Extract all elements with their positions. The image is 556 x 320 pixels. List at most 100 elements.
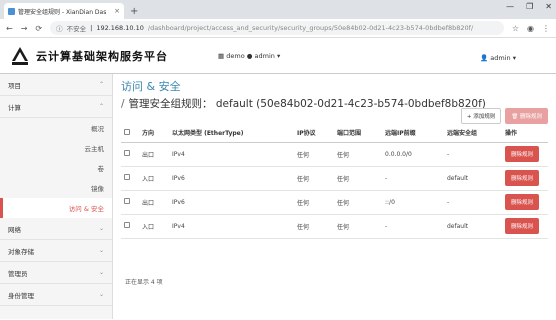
browser-tab[interactable]: 管理安全组规则 - XianDian Das × (4, 3, 124, 19)
row-select-cell[interactable] (121, 142, 139, 167)
delete-rule-button[interactable]: 删除规则 (505, 146, 540, 162)
chevron-down-icon: ⌄ (98, 269, 104, 276)
url-separator: | (90, 24, 93, 32)
breadcrumb[interactable]: 访问 & 安全 (121, 78, 548, 94)
browser-tabbar: 管理安全组规则 - XianDian Das × + — ❐ ✕ (0, 0, 556, 19)
table-actions: + 添加规则 🗑 删除规则 (460, 108, 548, 124)
delete-rules-button[interactable]: 🗑 删除规则 (505, 108, 548, 124)
url-field[interactable]: ⓘ 不安全 | 192.168.10.10/dashboard/project/… (50, 21, 504, 35)
sidebar-item-access-security[interactable]: 访问 & 安全 (0, 198, 112, 218)
cell-port: 任何 (334, 166, 382, 191)
table-header-row: 方向 以太网类型 (EtherType) IP协议 端口范围 远端IP前缀 远端… (121, 124, 548, 143)
row-checkbox[interactable] (124, 198, 130, 204)
select-all-cell[interactable] (121, 124, 139, 143)
sidebar-section-compute[interactable]: 计算 ⌃ (0, 96, 112, 118)
close-window-icon[interactable]: ✕ (545, 2, 552, 11)
add-rule-button[interactable]: + 添加规则 (460, 108, 502, 124)
sidebar-section-label: 管理员 (8, 269, 28, 278)
cell-direction: 出口 (139, 142, 169, 167)
cell-port: 任何 (334, 190, 382, 215)
delete-rule-button[interactable]: 删除规则 (505, 194, 540, 210)
project-user: admin (254, 52, 275, 60)
cell-ethertype: IPv4 (169, 214, 294, 239)
project-selector[interactable]: ▦ demo ● admin ▾ (218, 52, 280, 60)
col-group[interactable]: 远端安全组 (444, 124, 502, 143)
cell-protocol: 任何 (294, 214, 334, 239)
row-checkbox[interactable] (124, 174, 130, 180)
row-select-cell[interactable] (121, 166, 139, 191)
col-ethertype[interactable]: 以太网类型 (EtherType) (169, 124, 294, 143)
cell-group: - (444, 190, 502, 215)
favicon-icon (8, 7, 15, 15)
tab-close-icon[interactable]: × (114, 7, 120, 15)
item-count: 正在显示 4 项 (125, 279, 163, 286)
sidebar-item-label: 云主机 (84, 145, 105, 153)
user-menu[interactable]: 👤 admin ▾ (480, 54, 516, 62)
col-direction[interactable]: 方向 (139, 124, 169, 143)
sidebar-item-overview[interactable]: 概况 (0, 118, 112, 138)
delete-rules-label: 删除规则 (519, 114, 542, 120)
col-port[interactable]: 端口范围 (334, 124, 382, 143)
chevron-down-icon: ▾ (276, 52, 281, 60)
cell-action: 删除规则 (502, 214, 548, 239)
select-all-checkbox[interactable] (124, 128, 130, 135)
sidebar-section-network[interactable]: 网络 ⌄ (0, 218, 112, 240)
tab-title: 管理安全组规则 - XianDian Das (18, 8, 107, 16)
cell-direction: 入口 (139, 214, 169, 239)
row-select-cell[interactable] (121, 190, 139, 215)
app-header: 云计算基础架构服务平台 ▦ demo ● admin ▾ 👤 admin ▾ (0, 38, 556, 74)
col-prefix[interactable]: 远端IP前缀 (382, 124, 444, 143)
sidebar-item-label: 卷 (97, 165, 105, 173)
reload-icon[interactable]: ⟳ (35, 24, 42, 33)
cell-port: 任何 (334, 142, 382, 167)
cell-ethertype: IPv6 (169, 190, 294, 215)
sidebar-section-identity[interactable]: 身份管理 ⌄ (0, 284, 112, 306)
new-tab-button[interactable]: + (130, 6, 138, 17)
cell-ethertype: IPv4 (169, 142, 294, 167)
cell-prefix: - (382, 214, 444, 239)
cell-group: - (444, 142, 502, 167)
sidebar-item-volumes[interactable]: 卷 (0, 158, 112, 178)
forward-icon[interactable]: → (21, 24, 28, 33)
table-row: 出口 IPv6 任何 任何 ::/0 - 删除规则 (121, 190, 548, 215)
info-icon[interactable]: ⓘ (56, 23, 63, 33)
sidebar-item-label: 概况 (91, 125, 104, 133)
brand-name: 云计算基础架构服务平台 (36, 49, 168, 63)
sidebar-section-label: 网络 (8, 225, 21, 234)
star-icon[interactable]: ☆ (512, 24, 519, 33)
sidebar-section-admin[interactable]: 管理员 ⌄ (0, 262, 112, 284)
sidebar-section-label: 身份管理 (8, 291, 34, 300)
minimize-icon[interactable]: — (506, 2, 514, 11)
sidebar-section-object-store[interactable]: 对象存储 ⌄ (0, 240, 112, 262)
col-actions: 操作 (502, 124, 548, 143)
sidebar: 项目 ⌃ 计算 ⌃ 概况 云主机 卷 镜像 访问 & 安全 网络 ⌄ 对象存储 … (0, 74, 113, 319)
cell-prefix: - (382, 166, 444, 191)
user-icon: 👤 (480, 54, 489, 62)
sidebar-section-label: 项目 (8, 81, 21, 90)
row-checkbox[interactable] (124, 222, 130, 228)
main-content: 访问 & 安全 / 管理安全组规则： default (50e84b02-0d21… (113, 74, 556, 319)
delete-rule-button[interactable]: 删除规则 (505, 170, 540, 186)
row-select-cell[interactable] (121, 214, 139, 239)
logo[interactable]: 云计算基础架构服务平台 (10, 45, 168, 67)
sidebar-item-instances[interactable]: 云主机 (0, 138, 112, 158)
col-protocol[interactable]: IP协议 (294, 124, 334, 143)
sidebar-item-label: 访问 & 安全 (68, 205, 104, 213)
cell-action: 删除规则 (502, 190, 548, 215)
cell-port: 任何 (334, 214, 382, 239)
chevron-down-icon: ▾ (512, 54, 516, 62)
row-checkbox[interactable] (124, 150, 130, 156)
maximize-icon[interactable]: ❐ (526, 2, 533, 11)
sidebar-item-images[interactable]: 镜像 (0, 178, 112, 198)
delete-rule-button[interactable]: 删除规则 (505, 218, 540, 234)
cell-prefix: ::/0 (382, 190, 444, 215)
sidebar-section-project[interactable]: 项目 ⌃ (0, 74, 112, 96)
back-icon[interactable]: ← (6, 24, 13, 33)
cell-protocol: 任何 (294, 142, 334, 167)
dot-icon: ● (246, 52, 253, 60)
menu-icon[interactable]: ⋮ (542, 24, 550, 33)
account-icon[interactable]: ◉ (527, 24, 534, 33)
sidebar-item-label: 镜像 (91, 185, 104, 193)
insecure-label: 不安全 (66, 25, 87, 33)
logo-icon (12, 46, 28, 65)
